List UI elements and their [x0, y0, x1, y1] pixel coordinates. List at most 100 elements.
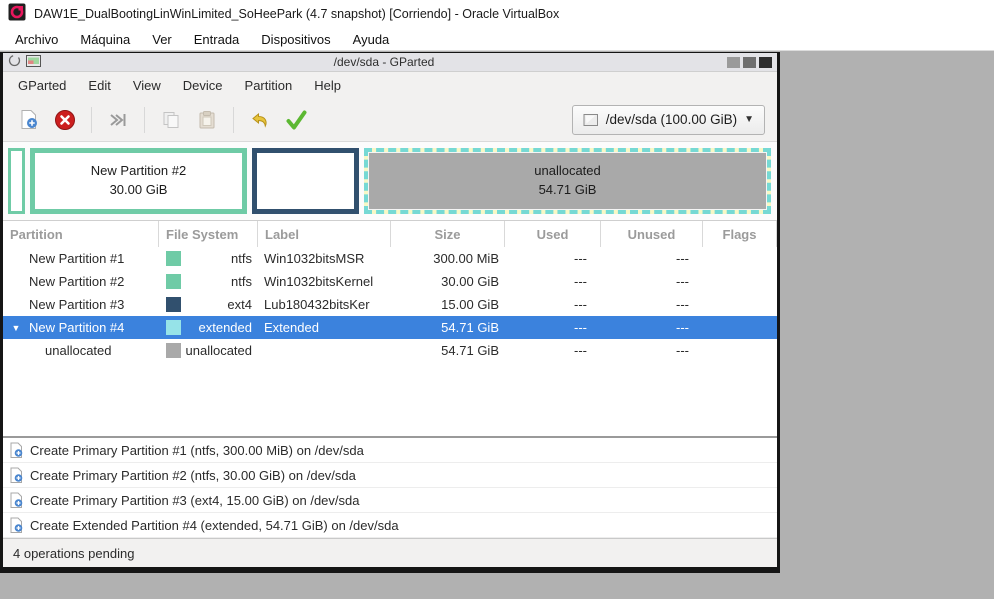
- paste-icon: [199, 110, 215, 128]
- apply-button[interactable]: [278, 104, 314, 136]
- partition-used: ---: [574, 274, 587, 289]
- delete-icon: [55, 109, 75, 130]
- visual-unallocated[interactable]: unallocated 54.71 GiB: [368, 152, 767, 210]
- vbox-desktop-background-bottom: [0, 573, 780, 599]
- gparted-toolbar: /dev/sda (100.00 GiB) ▼: [3, 98, 777, 141]
- partition-unused: ---: [676, 343, 689, 358]
- table-row-partition-1[interactable]: New Partition #1 ntfs Win1032bitsMSR 300…: [3, 247, 777, 270]
- partition-size: 300.00 MiB: [433, 251, 499, 266]
- vbox-menu-entrada[interactable]: Entrada: [183, 30, 251, 49]
- paste-button[interactable]: [189, 104, 225, 136]
- menu-gparted[interactable]: GParted: [7, 74, 77, 97]
- gparted-menubar: GParted Edit View Device Partition Help: [3, 72, 777, 98]
- device-selector[interactable]: /dev/sda (100.00 GiB) ▼: [571, 104, 765, 135]
- vbox-menu-dispositivos[interactable]: Dispositivos: [250, 30, 341, 49]
- close-button[interactable]: [759, 56, 772, 68]
- operation-text: Create Extended Partition #4 (extended, …: [30, 517, 399, 533]
- table-row-partition-2[interactable]: New Partition #2 ntfs Win1032bitsKernel …: [3, 270, 777, 293]
- delete-partition-button[interactable]: [47, 104, 83, 136]
- vbox-menu-ver[interactable]: Ver: [141, 30, 183, 49]
- fs-name: unallocated: [185, 343, 253, 358]
- visual-partition-2-name: New Partition #2: [90, 163, 187, 179]
- operations-panel: Create Primary Partition #1 (ntfs, 300.0…: [3, 436, 777, 538]
- column-header-label[interactable]: Label: [258, 221, 391, 247]
- visual-partition-1[interactable]: [8, 148, 25, 214]
- column-header-partition[interactable]: Partition: [3, 221, 159, 247]
- operation-text: Create Primary Partition #2 (ntfs, 30.00…: [30, 467, 356, 483]
- maximize-button[interactable]: [743, 56, 756, 68]
- undo-icon: [252, 112, 267, 128]
- fs-color-swatch: [166, 343, 181, 358]
- copy-button[interactable]: [153, 104, 189, 136]
- vbox-menu-ayuda[interactable]: Ayuda: [342, 30, 401, 49]
- vm-screen: /dev/sda - GParted GParted Edit View Dev…: [0, 52, 780, 573]
- gparted-window-title: /dev/sda - GParted: [333, 55, 435, 69]
- device-selector-value: /dev/sda (100.00 GiB): [605, 112, 738, 127]
- partition-name: New Partition #1: [29, 251, 125, 266]
- vbox-menu-maquina[interactable]: Máquina: [69, 30, 141, 49]
- partition-used: ---: [574, 251, 587, 266]
- fs-name: ntfs: [231, 251, 252, 266]
- disk-drive-icon: [583, 113, 598, 126]
- partition-label: Lub180432bitsKer: [264, 297, 370, 312]
- partition-visual-bar: New Partition #2 30.00 GiB unallocated 5…: [3, 141, 777, 221]
- operation-item-4[interactable]: Create Extended Partition #4 (extended, …: [3, 513, 777, 538]
- table-row-unallocated[interactable]: unallocated unallocated 54.71 GiB --- --…: [3, 339, 777, 362]
- visual-extended-partition-selected[interactable]: unallocated 54.71 GiB: [364, 148, 771, 214]
- partition-size: 54.71 GiB: [441, 320, 499, 335]
- toolbar-separator: [233, 106, 234, 133]
- column-header-unused[interactable]: Unused: [601, 221, 703, 247]
- operation-item-3[interactable]: Create Primary Partition #3 (ext4, 15.00…: [3, 488, 777, 513]
- create-operation-icon: [10, 517, 23, 533]
- menu-help[interactable]: Help: [303, 74, 352, 97]
- operation-text: Create Primary Partition #3 (ext4, 15.00…: [30, 492, 360, 508]
- visual-partition-2[interactable]: New Partition #2 30.00 GiB: [30, 148, 247, 214]
- apply-checkmark-icon: [286, 110, 307, 129]
- operation-item-1[interactable]: Create Primary Partition #1 (ntfs, 300.0…: [3, 438, 777, 463]
- partition-table: New Partition #1 ntfs Win1032bitsMSR 300…: [3, 247, 777, 362]
- fs-color-swatch: [166, 251, 181, 266]
- column-header-size[interactable]: Size: [391, 221, 505, 247]
- table-row-partition-3[interactable]: New Partition #3 ext4 Lub180432bitsKer 1…: [3, 293, 777, 316]
- visual-unallocated-size: 54.71 GiB: [538, 182, 597, 197]
- partition-used: ---: [574, 343, 587, 358]
- gparted-titlebar[interactable]: /dev/sda - GParted: [3, 53, 777, 72]
- partition-used: ---: [574, 320, 587, 335]
- partition-unused: ---: [676, 251, 689, 266]
- operation-item-2[interactable]: Create Primary Partition #2 (ntfs, 30.00…: [3, 463, 777, 488]
- partition-table-header: Partition File System Label Size Used Un…: [3, 221, 777, 247]
- resize-move-icon: [110, 113, 126, 126]
- vbox-titlebar: DAW1E_DualBootingLinWinLimited_SoHeePark…: [0, 0, 994, 28]
- menu-view[interactable]: View: [122, 74, 172, 97]
- partition-size: 54.71 GiB: [441, 343, 499, 358]
- partition-name: New Partition #4: [29, 320, 125, 335]
- fs-name: ext4: [227, 297, 252, 312]
- menu-edit[interactable]: Edit: [77, 74, 121, 97]
- minimize-button[interactable]: [727, 56, 740, 68]
- create-operation-icon: [10, 492, 23, 508]
- menu-partition[interactable]: Partition: [234, 74, 304, 97]
- visual-partition-3[interactable]: [252, 148, 359, 214]
- fs-color-swatch: [166, 297, 181, 312]
- partition-name: New Partition #3: [29, 297, 125, 312]
- new-partition-button[interactable]: [11, 104, 47, 136]
- column-header-filesystem[interactable]: File System: [159, 221, 258, 247]
- partition-name: New Partition #2: [29, 274, 125, 289]
- column-header-flags[interactable]: Flags: [703, 221, 777, 247]
- partition-unused: ---: [676, 320, 689, 335]
- toolbar-separator: [91, 106, 92, 133]
- vbox-window-title: DAW1E_DualBootingLinWinLimited_SoHeePark…: [34, 7, 560, 21]
- partition-label: Win1032bitsKernel: [264, 274, 374, 289]
- virtualbox-logo-icon: [8, 3, 26, 26]
- menu-device[interactable]: Device: [172, 74, 234, 97]
- table-row-partition-4-selected[interactable]: ▼ New Partition #4 extended Extended 54.7…: [3, 316, 777, 339]
- undo-button[interactable]: [242, 104, 278, 136]
- visual-partition-2-size: 30.00 GiB: [109, 182, 168, 197]
- vbox-menubar: Archivo Máquina Ver Entrada Dispositivos…: [0, 28, 994, 51]
- resize-move-button[interactable]: [100, 104, 136, 136]
- vbox-menu-archivo[interactable]: Archivo: [4, 30, 69, 49]
- gparted-app-icon: [26, 54, 41, 70]
- expander-triangle-icon[interactable]: ▼: [3, 323, 29, 333]
- fs-color-swatch: [166, 320, 181, 335]
- column-header-used[interactable]: Used: [505, 221, 601, 247]
